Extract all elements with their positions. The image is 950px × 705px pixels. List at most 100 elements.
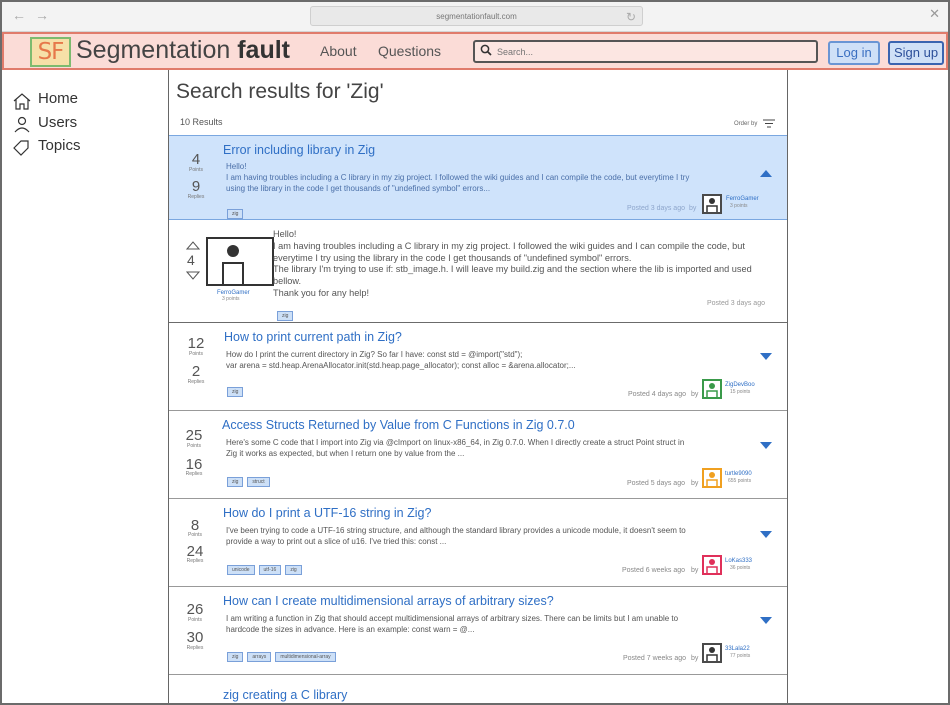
- by-label: by: [689, 205, 697, 212]
- replies-count: 2: [191, 363, 201, 380]
- downvote-icon[interactable]: [186, 271, 200, 280]
- search-icon: [480, 44, 492, 56]
- vote-count: 4: [187, 252, 195, 268]
- question-card[interactable]: zig creating a C library: [169, 675, 787, 703]
- tag[interactable]: utf-16: [258, 565, 282, 575]
- user-points: 36 points: [730, 565, 751, 571]
- replies-label: Replies: [186, 558, 204, 564]
- upvote-icon[interactable]: [186, 241, 200, 250]
- replies-count: 30: [186, 629, 204, 646]
- order-by-label: Order by: [733, 121, 758, 128]
- question-title-link[interactable]: How to print current path in Zig?: [224, 330, 402, 344]
- question-card[interactable]: 8 Points 24 Replies How do I print a UTF…: [169, 499, 787, 587]
- tag[interactable]: multidimensional-array: [275, 652, 336, 662]
- sidebar-item-label: Users: [38, 114, 78, 131]
- username-link[interactable]: LoKas333: [725, 558, 752, 564]
- tag[interactable]: unicode: [227, 565, 255, 575]
- points-label: Points: [188, 617, 202, 623]
- browser-window: ← → segmentationfault.com ↻ ✕ SF Segment…: [0, 0, 950, 705]
- expand-caret-icon[interactable]: [760, 531, 772, 538]
- tag[interactable]: zig: [227, 652, 244, 662]
- username-link[interactable]: 33Lala22: [725, 646, 750, 652]
- nav-about[interactable]: About: [320, 43, 357, 59]
- question-title-link[interactable]: zig creating a C library: [223, 688, 347, 702]
- question-body: Hello! I am having troubles including a …: [273, 229, 752, 298]
- main-content: Search results for 'Zig' 10 Results Orde…: [169, 70, 787, 703]
- points-count: 12: [187, 335, 205, 352]
- tag-list: zig arrays multidimensional-array: [227, 645, 340, 663]
- by-label: by: [691, 480, 699, 487]
- search-box[interactable]: [473, 40, 818, 63]
- user-avatar-icon: [706, 647, 718, 661]
- tag-list: unicode utf-16 zig: [227, 558, 306, 576]
- tag[interactable]: arrays: [247, 652, 272, 662]
- expand-caret-icon[interactable]: [760, 442, 772, 449]
- avatar[interactable]: [702, 194, 722, 214]
- by-label: by: [691, 391, 699, 398]
- site-header: SF Segmentation fault About Questions Lo…: [2, 32, 948, 70]
- replies-label: Replies: [186, 645, 204, 651]
- question-card[interactable]: 4 Points 9 Replies Error including libra…: [169, 135, 787, 220]
- question-card[interactable]: 25 Points 16 Replies Access Structs Retu…: [169, 411, 787, 499]
- reload-icon[interactable]: ↻: [626, 8, 636, 27]
- user-avatar-icon: [706, 472, 718, 486]
- question-title-link[interactable]: How do I print a UTF-16 string in Zig?: [223, 506, 431, 520]
- points-count: 4: [191, 151, 201, 168]
- question-excerpt: Here's some C code that I import into Zi…: [226, 438, 685, 458]
- question-card[interactable]: 26 Points 30 Replies How can I create mu…: [169, 587, 787, 675]
- tag[interactable]: zig: [227, 387, 244, 397]
- nav-questions[interactable]: Questions: [378, 43, 441, 59]
- forward-arrow-icon[interactable]: →: [35, 7, 49, 23]
- login-button[interactable]: Log in: [828, 41, 880, 65]
- close-window-icon[interactable]: ✕: [929, 6, 940, 22]
- order-by-control[interactable]: Order by: [734, 119, 775, 128]
- tag[interactable]: zig: [285, 565, 302, 575]
- points-count: 26: [186, 601, 204, 618]
- avatar-large[interactable]: [206, 237, 274, 288]
- signup-button[interactable]: Sign up: [888, 41, 944, 65]
- url-text: segmentationfault.com: [436, 12, 517, 21]
- expand-caret-icon[interactable]: [760, 353, 772, 360]
- tag[interactable]: zig: [227, 209, 244, 219]
- avatar[interactable]: [702, 643, 722, 663]
- logo-mark[interactable]: SF: [30, 37, 71, 67]
- user-avatar-icon: [706, 559, 718, 573]
- user-points: 3 points: [222, 296, 240, 302]
- sidebar-item-label: Topics: [38, 137, 81, 154]
- username-link[interactable]: ZigDevBoo: [725, 382, 755, 388]
- user-points: 77 points: [730, 653, 751, 659]
- question-excerpt: I've been trying to code a UTF-16 string…: [226, 526, 686, 546]
- posted-time: Posted 5 days ago: [627, 480, 685, 487]
- question-title-link[interactable]: Error including library in Zig: [223, 143, 375, 157]
- avatar[interactable]: [702, 379, 722, 399]
- user-avatar-icon: [706, 383, 718, 397]
- question-title-link[interactable]: How can I create multidimensional arrays…: [223, 594, 554, 608]
- expand-caret-icon[interactable]: [760, 617, 772, 624]
- tag[interactable]: zig: [227, 477, 244, 487]
- replies-count: 9: [191, 178, 201, 195]
- site-brand[interactable]: Segmentation fault: [76, 36, 290, 65]
- collapse-caret-icon[interactable]: [760, 170, 772, 177]
- question-excerpt: I am writing a function in Zig that shou…: [226, 614, 679, 634]
- question-title-link[interactable]: Access Structs Returned by Value from C …: [222, 418, 575, 432]
- brand-bold: fault: [237, 36, 290, 64]
- left-sidebar: Home Users Topics: [2, 70, 169, 703]
- username-link[interactable]: turtle9090: [725, 471, 752, 477]
- avatar[interactable]: [702, 468, 722, 488]
- sort-icon: [763, 119, 775, 128]
- tag[interactable]: zig: [277, 311, 294, 321]
- points-label: Points: [187, 443, 201, 449]
- avatar[interactable]: [702, 555, 722, 575]
- search-input[interactable]: [497, 44, 797, 60]
- by-label: by: [691, 567, 699, 574]
- home-icon: [13, 93, 31, 110]
- username-link[interactable]: FerroGamer: [726, 196, 759, 202]
- back-arrow-icon[interactable]: ←: [12, 7, 26, 23]
- user-avatar-icon: [706, 198, 718, 212]
- expanded-question: 4 FerroGamer 3 points Hello! I am having…: [169, 220, 787, 323]
- tag[interactable]: struct: [247, 477, 270, 487]
- points-count: 25: [185, 427, 203, 444]
- posted-time: Posted 3 days ago: [627, 205, 685, 212]
- question-card[interactable]: 12 Points 2 Replies How to print current…: [169, 323, 787, 411]
- address-bar[interactable]: segmentationfault.com ↻: [310, 6, 643, 26]
